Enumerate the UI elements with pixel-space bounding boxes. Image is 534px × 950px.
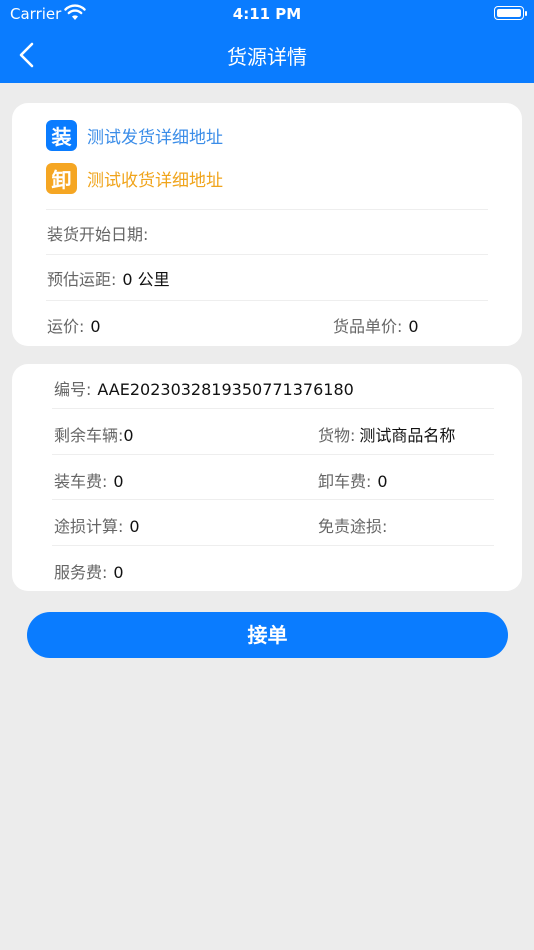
vehicles-value: 0: [123, 426, 134, 445]
freight-value: 0: [90, 317, 101, 336]
start-date-field: 装货开始日期:: [47, 221, 148, 245]
loading-fee-value: 0: [113, 472, 124, 491]
goods-value: 测试商品名称: [359, 426, 456, 445]
app-header: Carrier 4:11 PM 货源详情: [0, 0, 534, 83]
goods-field: 货物: 测试商品名称: [318, 422, 455, 446]
divider: [52, 454, 494, 455]
loss-calc-field: 途损计算: 0: [54, 513, 140, 537]
divider: [46, 209, 488, 210]
load-address-row: 装 测试发货详细地址: [46, 119, 223, 151]
unloading-fee-field: 卸车费: 0: [318, 468, 388, 492]
service-fee-field: 服务费: 0: [54, 559, 124, 583]
status-bar: Carrier 4:11 PM: [0, 0, 534, 28]
loading-fee-field: 装车费: 0: [54, 468, 124, 492]
loss-calc-label: 途损计算:: [54, 517, 124, 536]
number-value: AAE2023032819350771376180: [97, 380, 354, 399]
route-card: 装 测试发货详细地址 卸 测试收货详细地址 装货开始日期: 预估运距: 0 公里 …: [12, 103, 522, 346]
loss-calc-value: 0: [129, 517, 140, 536]
detail-card: 编号: AAE2023032819350771376180 剩余车辆:0 货物: 测…: [12, 364, 522, 591]
service-fee-label: 服务费:: [54, 563, 108, 582]
goods-label: 货物:: [318, 426, 356, 445]
unit-price-label: 货品单价:: [333, 317, 403, 336]
loss-exempt-field: 免责途损:: [318, 513, 387, 537]
distance-label: 预估运距:: [47, 270, 117, 289]
unload-address: 测试收货详细地址: [87, 170, 223, 191]
loss-exempt-label: 免责途损:: [318, 517, 388, 536]
load-badge-icon: 装: [46, 119, 77, 151]
divider: [46, 300, 488, 301]
number-field: 编号: AAE2023032819350771376180: [54, 376, 354, 400]
divider: [52, 408, 494, 409]
service-fee-value: 0: [113, 563, 124, 582]
unloading-fee-value: 0: [377, 472, 388, 491]
start-date-label: 装货开始日期:: [47, 225, 149, 244]
unit-price-field: 货品单价: 0: [333, 313, 419, 337]
page-title: 货源详情: [227, 45, 307, 69]
number-label: 编号:: [54, 380, 92, 399]
loading-fee-label: 装车费:: [54, 472, 108, 491]
divider: [52, 545, 494, 546]
divider: [52, 499, 494, 500]
unit-price-value: 0: [408, 317, 419, 336]
unload-badge-icon: 卸: [46, 162, 77, 194]
distance-value: 0 公里: [122, 270, 170, 289]
battery-icon: [494, 6, 527, 20]
clock: 4:11 PM: [232, 5, 302, 23]
freight-field: 运价: 0: [47, 313, 101, 337]
unload-address-row: 卸 测试收货详细地址: [46, 162, 223, 194]
unloading-fee-label: 卸车费:: [318, 472, 372, 491]
accept-order-button[interactable]: 接单: [27, 612, 508, 658]
load-address: 测试发货详细地址: [87, 127, 223, 148]
vehicles-field: 剩余车辆:0: [54, 422, 134, 446]
vehicles-label: 剩余车辆:: [54, 426, 124, 445]
divider: [46, 254, 488, 255]
freight-label: 运价:: [47, 317, 85, 336]
distance-field: 预估运距: 0 公里: [47, 266, 170, 290]
